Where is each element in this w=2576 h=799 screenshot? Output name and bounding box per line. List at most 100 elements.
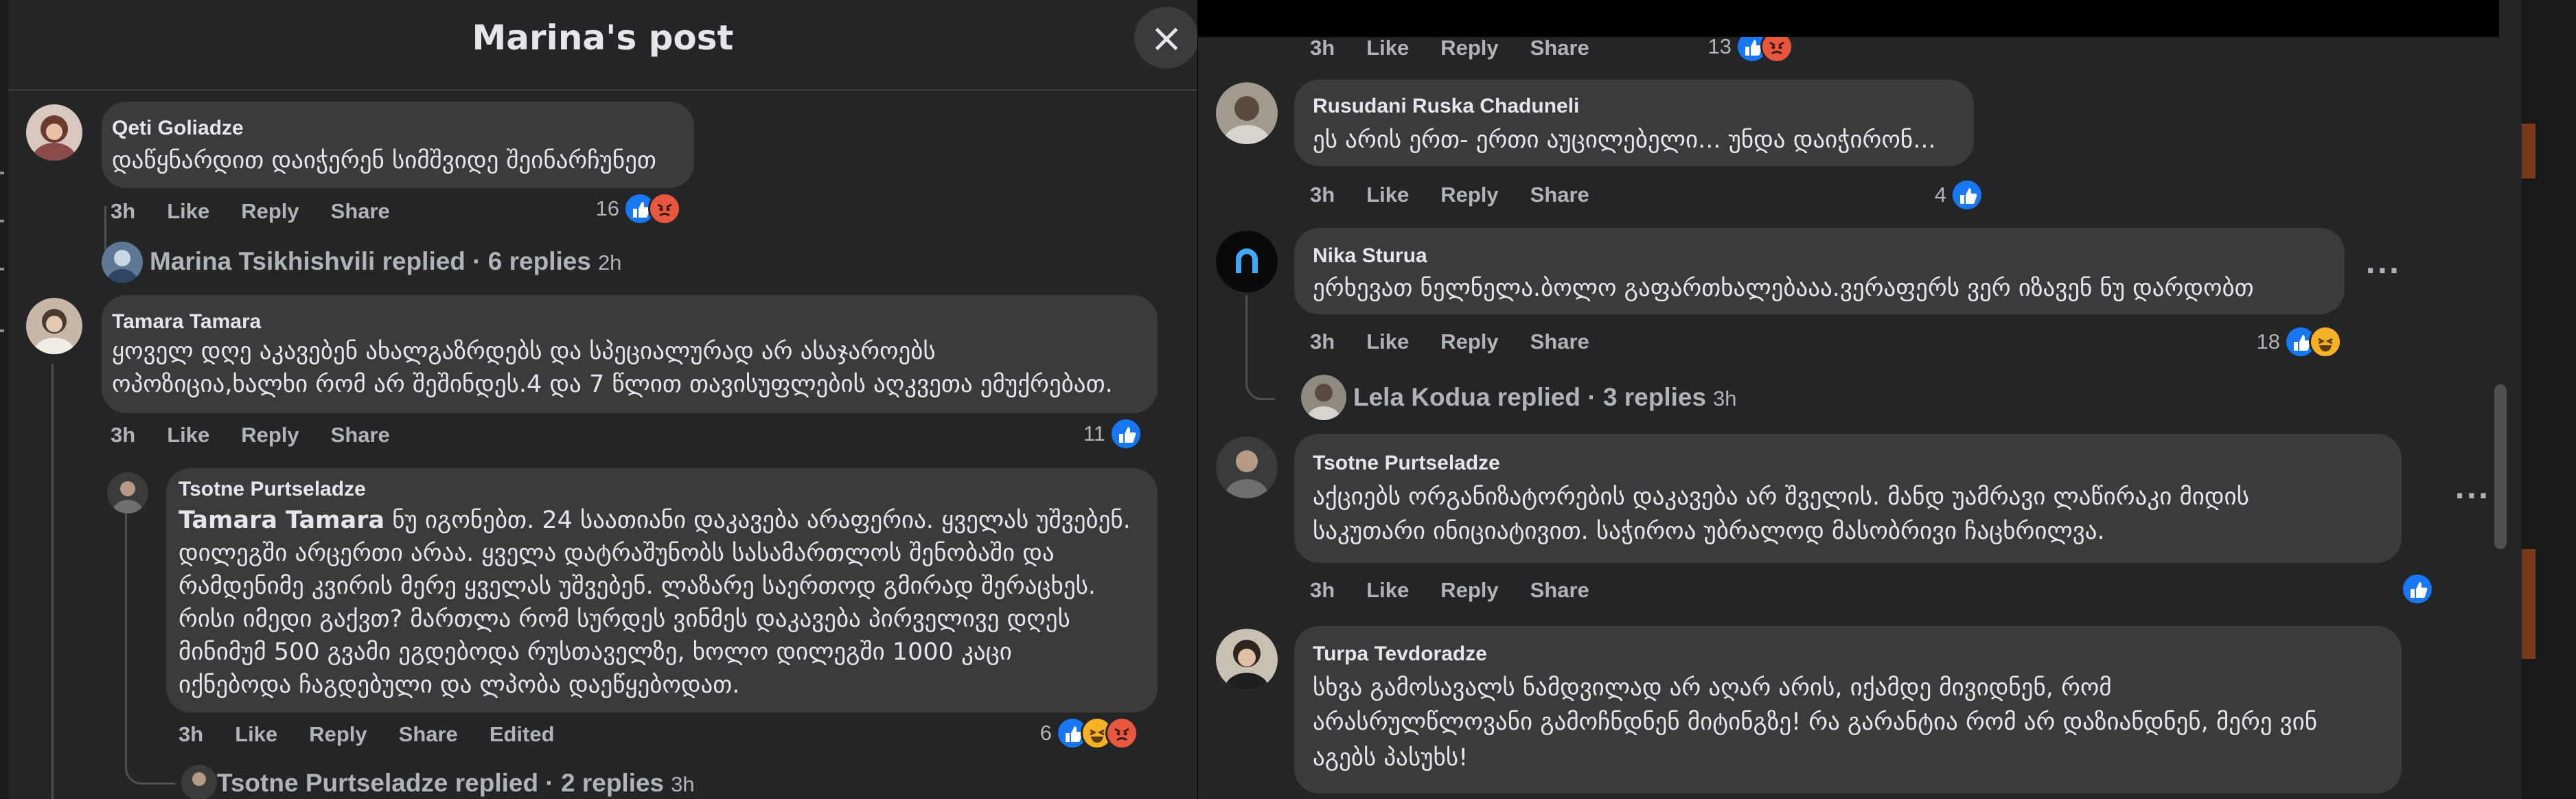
comment-time[interactable]: 3h — [1310, 578, 1335, 602]
reply-text-line: დილეგში არცერთი არაა. ყველა დატრაშუნობს … — [179, 540, 1055, 567]
haha-reaction-icon — [2309, 325, 2342, 358]
reactions[interactable]: 18 — [2257, 325, 2350, 361]
more-options-icon[interactable]: ··· — [2454, 480, 2490, 512]
comment-actions: 3h Like Reply Share — [1310, 36, 1621, 60]
comment-time[interactable]: 3h — [111, 423, 135, 447]
comment-text: ეს არის ერთ- ერთი აუცილებელი... უნდა დაი… — [1313, 126, 1936, 154]
comment-text-line: ოპოზიცია,ხალხი რომ არ შეშინდეს.4 და 7 წლ… — [112, 371, 1113, 398]
comment-text-line: საკუთარი ინიციატივით. საჭიროა უბრალოდ მა… — [1313, 518, 2105, 545]
reply-text-line: Tamara Tamara ნუ იგონებთ. 24 საათიანი და… — [179, 504, 1131, 537]
view-replies-link[interactable]: Lela Kodua replied · 3 replies 3h — [1353, 383, 1737, 412]
comment-actions: 3h Like Reply Share — [1310, 578, 1621, 603]
avatar[interactable] — [1216, 82, 1278, 144]
comment-text: ერხევათ ნელნელა.ბოლო გაფართხალებააა.ვერა… — [1313, 275, 2254, 302]
avatar[interactable] — [26, 298, 82, 354]
avatar[interactable] — [181, 765, 217, 799]
reply-text-line: რისი იმედი გაქვთ? მართლა რომ სურდეს ვინმ… — [179, 605, 1070, 633]
edited-label[interactable]: Edited — [490, 722, 555, 746]
replies-time: 3h — [1713, 386, 1737, 410]
reaction-count: 6 — [1039, 721, 1052, 745]
dialog-header: Marina's post × — [8, 0, 1197, 91]
reply-button[interactable]: Reply — [309, 722, 367, 746]
like-reaction-icon — [1951, 178, 1983, 211]
comment-author[interactable]: Turpa Tevdoradze — [1313, 642, 1487, 666]
post-dialog: Marina's post × Qeti Goliadze დაწყნარდით… — [8, 0, 1197, 799]
reaction-count: 11 — [1083, 421, 1105, 445]
page-edge — [0, 0, 8, 799]
share-button[interactable]: Share — [331, 423, 390, 447]
reactions[interactable]: 6 — [1040, 717, 1149, 752]
reply-button[interactable]: Reply — [1440, 329, 1498, 354]
close-button[interactable]: × — [1134, 7, 1197, 69]
like-button[interactable]: Like — [167, 423, 209, 447]
thread-line — [51, 364, 54, 799]
avatar[interactable] — [1216, 437, 1278, 498]
share-button[interactable]: Share — [331, 199, 390, 223]
replies-time: 3h — [671, 772, 695, 796]
like-button[interactable]: Like — [1366, 36, 1409, 60]
like-button[interactable]: Like — [235, 722, 277, 746]
background-edge — [2522, 0, 2576, 799]
reactions[interactable] — [2401, 572, 2437, 608]
comment-text-line: აქციებს ორგანიზატორების დაკავება არ შველ… — [1313, 483, 2249, 511]
avatar[interactable] — [26, 104, 82, 161]
replies-time: 2h — [597, 251, 622, 275]
reply-button[interactable]: Reply — [1440, 578, 1498, 602]
share-button[interactable]: Share — [399, 722, 458, 746]
comment-time[interactable]: 3h — [179, 722, 203, 746]
comment-author[interactable]: Rusudani Ruska Chaduneli — [1313, 95, 1579, 118]
comment-time[interactable]: 3h — [1310, 329, 1335, 354]
thread-line — [125, 508, 127, 741]
avatar[interactable] — [1301, 375, 1346, 420]
comment-time[interactable]: 3h — [1310, 36, 1335, 60]
comment-author[interactable]: Qeti Goliadze — [112, 117, 244, 140]
like-button[interactable]: Like — [167, 199, 209, 223]
close-icon: × — [1149, 14, 1184, 61]
comment-text-line: სხვა გამოსავალს ნამდვილად არ აღარ არის, … — [1313, 674, 2112, 702]
dialog-title: Marina's post — [472, 18, 734, 58]
comment-text-line: აგებს პასუხს! — [1313, 744, 1469, 772]
mention-link[interactable]: Tamara Tamara — [179, 507, 384, 534]
avatar[interactable] — [102, 242, 143, 283]
reply-text-line: იქნებოდა ჩაგდებული და ლპობა დაეწყებოდათ. — [179, 671, 740, 699]
reply-button[interactable]: Reply — [1440, 183, 1498, 207]
comment-actions: 3h Like Reply Share — [111, 199, 422, 224]
reply-button[interactable]: Reply — [241, 423, 299, 447]
scrollbar-thumb[interactable] — [2494, 384, 2507, 549]
like-button[interactable]: Like — [1366, 329, 1409, 354]
view-replies-link[interactable]: Marina Tsikhishvili replied · 6 replies 2… — [150, 247, 621, 276]
replies-summary: Tsotne Purtseladze replied · 2 replies — [217, 769, 665, 797]
comment-author[interactable]: Nika Sturua — [1313, 244, 1427, 268]
reply-author[interactable]: Tsotne Purtseladze — [179, 478, 366, 501]
comment-text-line: ყოველ დღე აკავებენ ახალგაზრდებს და სპეცი… — [112, 338, 936, 365]
reply-button[interactable]: Reply — [1440, 36, 1498, 60]
comment-actions: 3h Like Reply Share — [1310, 183, 1621, 207]
reply-text-line: მინიმუმ 500 გვამი ეგდებოდა რუსთაველზე, ხ… — [179, 638, 1012, 666]
reactions[interactable]: 16 — [596, 192, 689, 228]
comment-author[interactable]: Tsotne Purtseladze — [1313, 452, 1500, 475]
share-button[interactable]: Share — [1530, 183, 1589, 207]
reactions[interactable]: 11 — [1083, 417, 1151, 453]
like-button[interactable]: Like — [1366, 183, 1409, 207]
like-button[interactable]: Like — [1366, 578, 1409, 602]
comment-time[interactable]: 3h — [1310, 183, 1335, 207]
avatar[interactable] — [107, 472, 148, 513]
thread-connector — [1245, 295, 1275, 400]
avatar[interactable] — [1216, 629, 1278, 691]
reactions[interactable]: 4 — [1935, 178, 1992, 214]
replies-summary: Marina Tsikhishvili replied · 6 replies — [150, 247, 591, 275]
comment-author[interactable]: Tamara Tamara — [112, 310, 261, 334]
view-replies-link[interactable]: Tsotne Purtseladze replied · 2 replies 3h — [217, 769, 695, 798]
like-reaction-icon — [2401, 572, 2434, 605]
avatar[interactable] — [1216, 231, 1278, 292]
comment-actions: 3h Like Reply Share — [1310, 329, 1621, 354]
more-options-icon[interactable]: ··· — [2365, 255, 2401, 287]
comment-text: დაწყნარდით დაიჭერენ სიმშვიდე შეინარჩუნეთ — [112, 147, 656, 174]
share-button[interactable]: Share — [1530, 578, 1589, 602]
share-button[interactable]: Share — [1530, 329, 1589, 354]
angry-reaction-icon — [1105, 717, 1138, 750]
share-button[interactable]: Share — [1530, 36, 1589, 60]
replies-summary: Lela Kodua replied · 3 replies — [1353, 383, 1707, 411]
reply-button[interactable]: Reply — [241, 199, 299, 223]
reaction-count: 13 — [1707, 34, 1732, 58]
